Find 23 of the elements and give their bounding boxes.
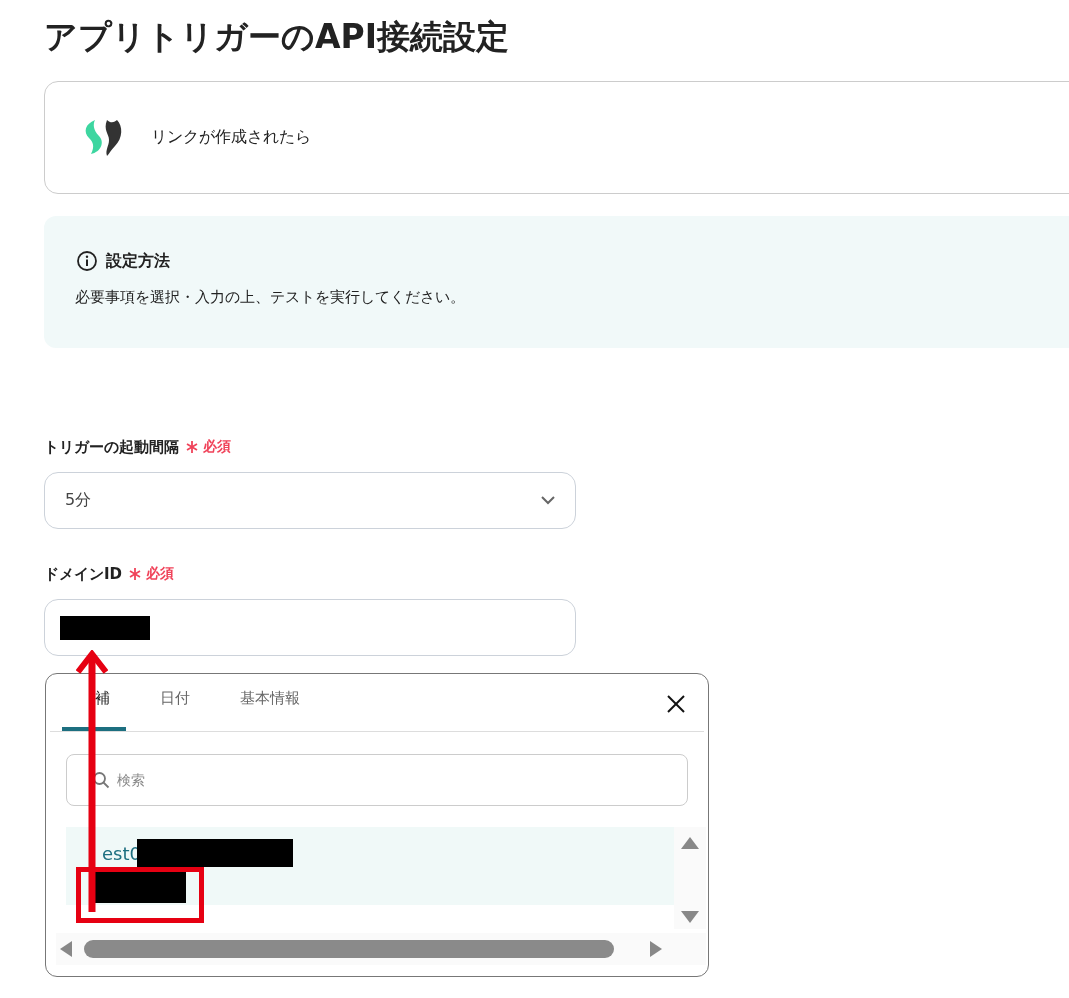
info-icon: [76, 250, 98, 272]
scrollbar-thumb[interactable]: [84, 940, 614, 958]
trigger-label: リンクが作成されたら: [151, 127, 311, 148]
required-label: 必須: [203, 438, 231, 456]
chevron-down-icon: [541, 496, 555, 505]
field-label: ドメインID: [44, 564, 123, 584]
asterisk-icon: [186, 441, 198, 453]
scroll-left-icon[interactable]: [60, 941, 72, 957]
search-field[interactable]: 検索: [66, 754, 688, 806]
field-label: トリガーの起動間隔: [44, 437, 179, 457]
scroll-up-icon[interactable]: [681, 837, 699, 849]
asterisk-icon: [129, 568, 142, 580]
popup-tab[interactable]: 基本情報: [224, 674, 316, 731]
required-label: 必須: [146, 565, 175, 583]
info-title: 設定方法: [106, 250, 170, 272]
info-text: 必要事項を選択・入力の上、テストを実行してください。: [75, 288, 466, 307]
scroll-down-icon[interactable]: [681, 911, 699, 923]
interval-select[interactable]: 5分: [44, 472, 576, 529]
close-icon[interactable]: [666, 694, 686, 714]
page-title: アプリトリガーのAPI接続設定: [44, 16, 510, 58]
domain-id-field[interactable]: [44, 599, 576, 656]
popup-tab[interactable]: 日付: [144, 674, 206, 731]
scroll-right-icon[interactable]: [650, 941, 662, 957]
